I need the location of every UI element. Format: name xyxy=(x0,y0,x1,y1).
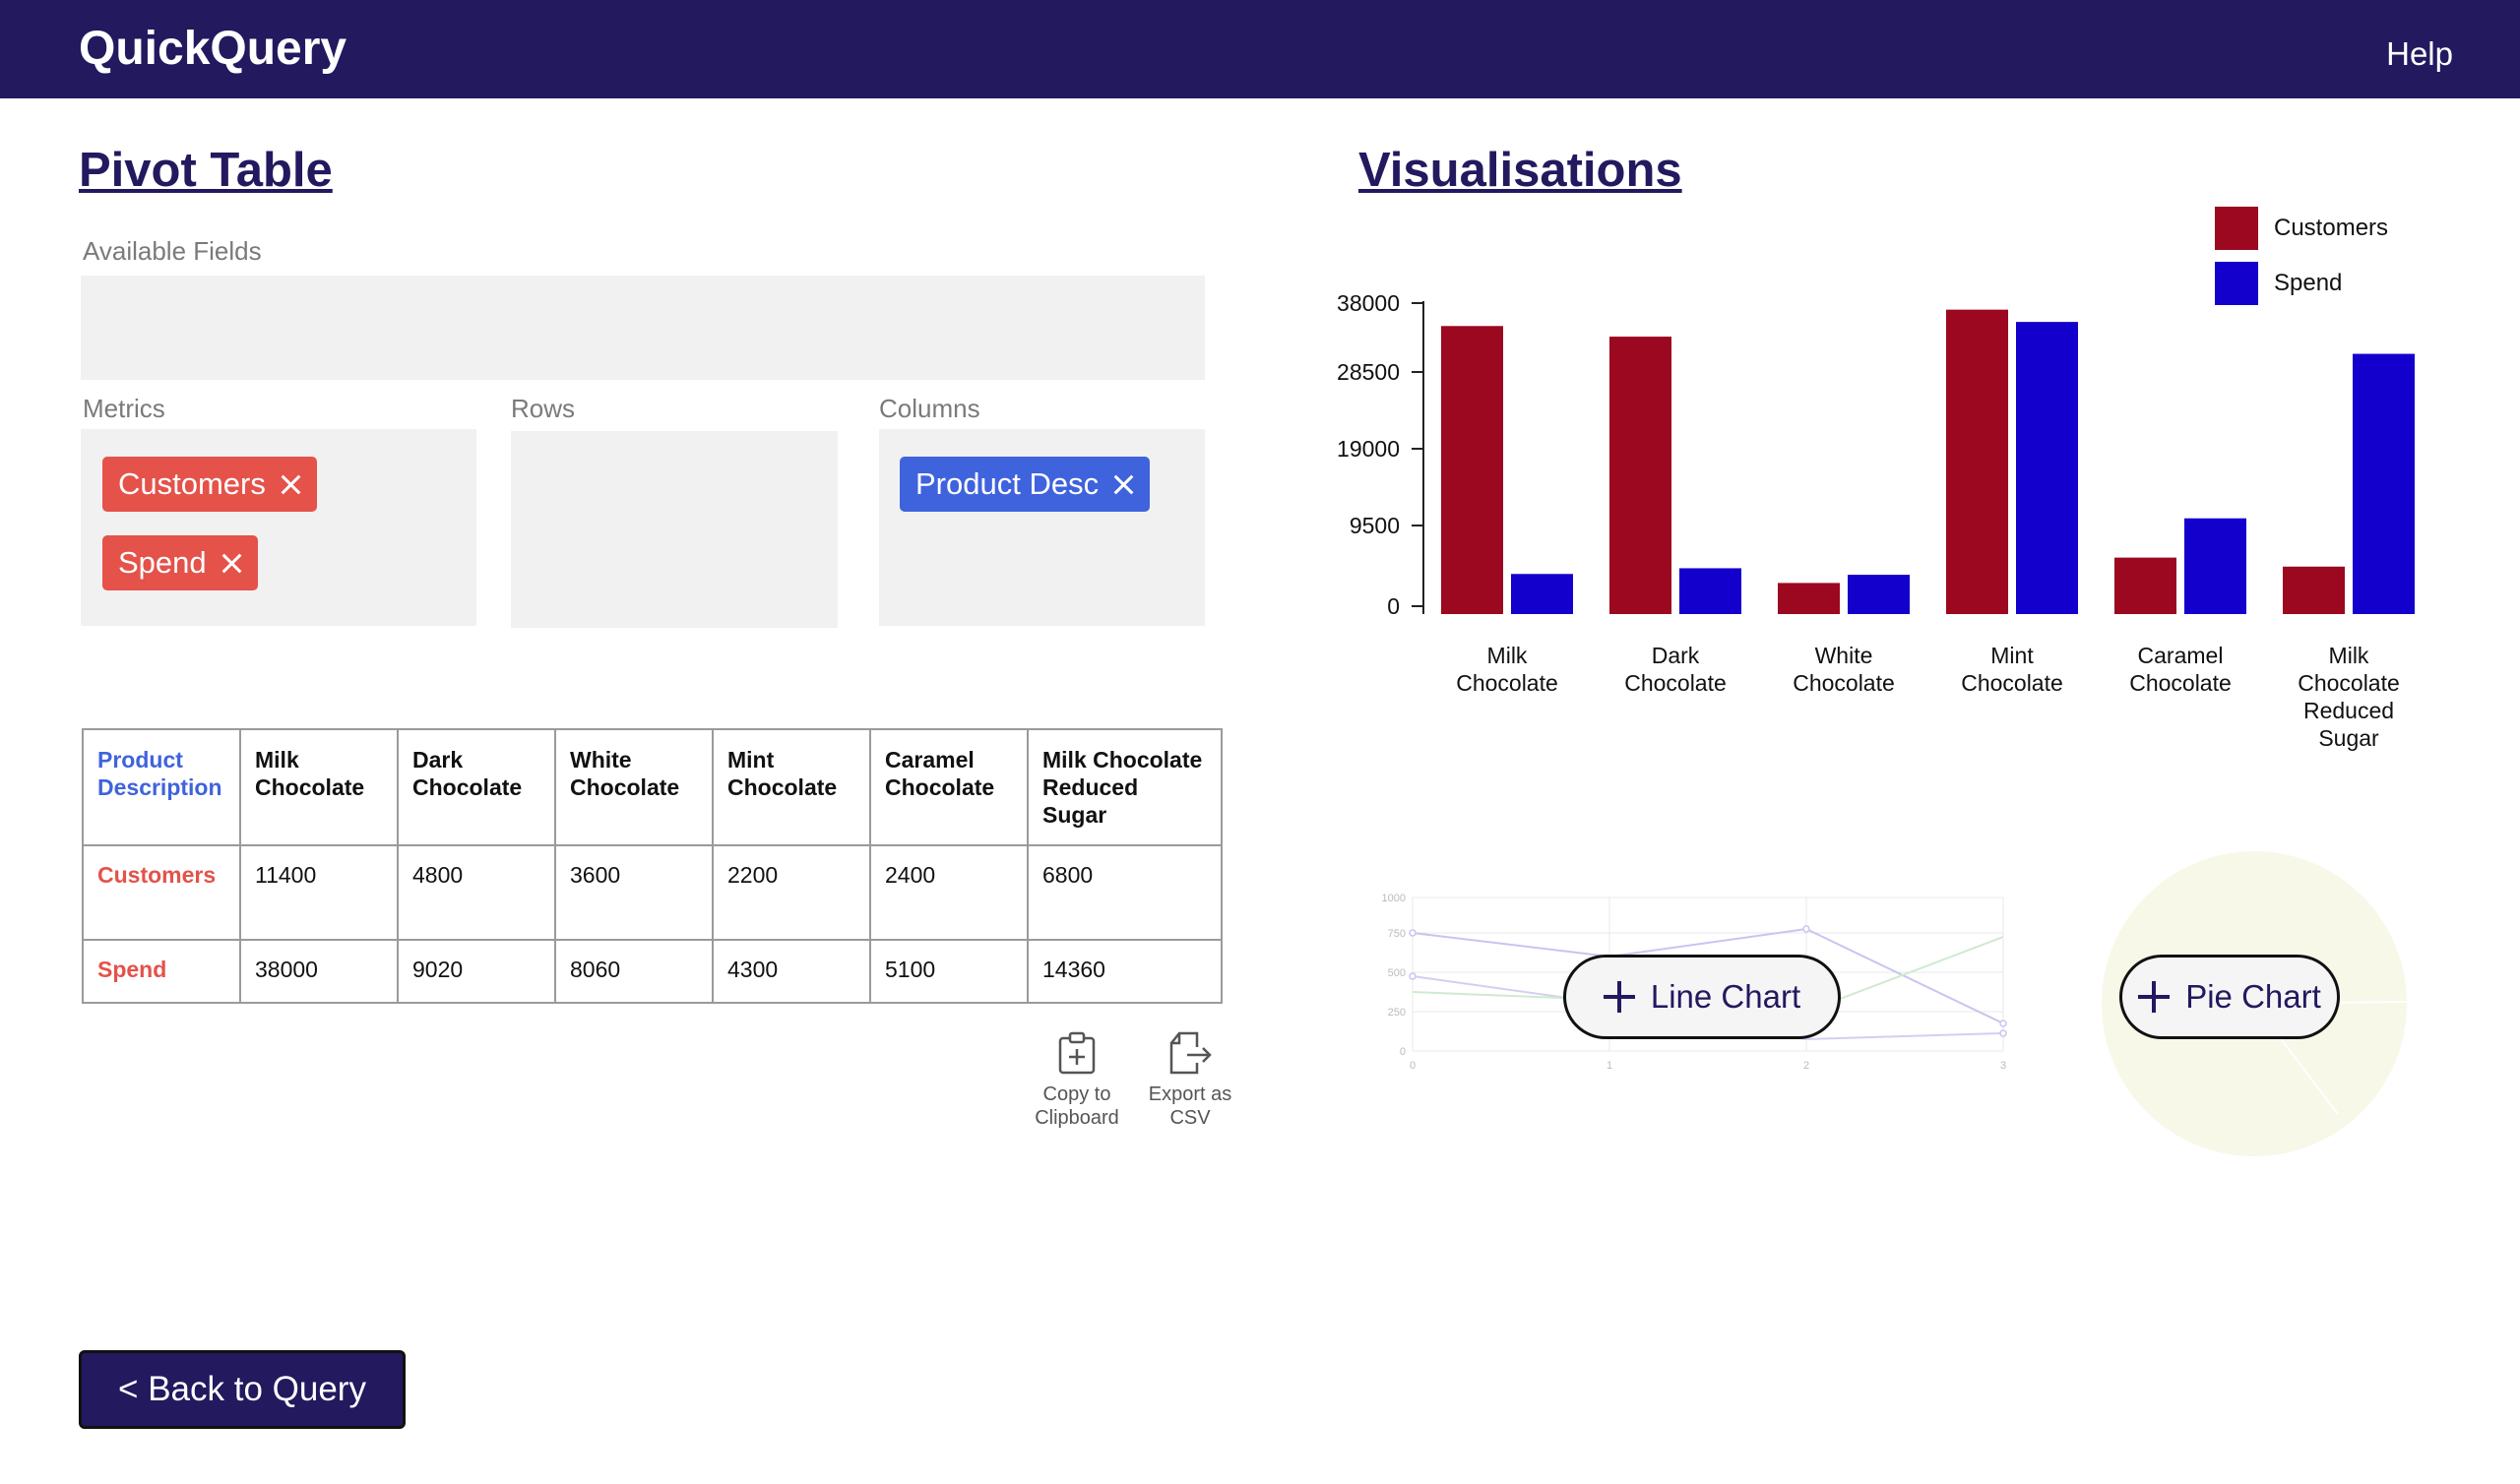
x-axis-label: Milk Chocolate Reduced Sugar xyxy=(2298,643,2400,751)
columns-label: Columns xyxy=(879,394,980,423)
available-fields-label: Available Fields xyxy=(83,236,262,266)
metrics-label: Metrics xyxy=(83,394,165,423)
copy-to-clipboard-button[interactable]: Copy to Clipboard xyxy=(1023,1031,1131,1130)
table-cell: 5100 xyxy=(869,939,1029,1004)
column-header: Dark Chocolate xyxy=(397,728,556,846)
y-axis-tick-label: 38000 xyxy=(1337,290,1400,316)
table-row: Spend 38000 9020 8060 4300 5100 14360 xyxy=(82,939,1223,1004)
x-tick-label: 2 xyxy=(1803,1060,1809,1072)
table-cell: 14360 xyxy=(1027,939,1223,1004)
column-chip-product-desc[interactable]: Product Desc xyxy=(900,457,1151,512)
table-cell: 38000 xyxy=(239,939,399,1004)
row-header: Customers xyxy=(82,844,241,941)
table-cell: 9020 xyxy=(397,939,556,1004)
metric-chip-customers[interactable]: Customers xyxy=(102,457,317,512)
back-to-query-button[interactable]: < Back to Query xyxy=(79,1350,406,1429)
y-axis-tick-label: 0 xyxy=(1387,593,1400,619)
x-axis-label: Dark Chocolate xyxy=(1624,643,1727,696)
available-fields-dropzone[interactable] xyxy=(81,276,1205,380)
x-tick-label: 0 xyxy=(1410,1060,1416,1072)
plus-icon xyxy=(2138,981,2171,1013)
y-tick-label: 1000 xyxy=(1382,893,1406,904)
add-pie-chart-button[interactable]: Pie Chart xyxy=(2119,955,2340,1039)
bar-spend xyxy=(2353,353,2415,614)
table-corner-header: Product Description xyxy=(82,728,241,846)
y-axis-tick-label: 28500 xyxy=(1337,359,1400,385)
add-line-chart-label: Line Chart xyxy=(1650,978,1801,1015)
column-header: Mint Chocolate xyxy=(712,728,871,846)
add-pie-chart-label: Pie Chart xyxy=(2185,978,2321,1015)
add-line-chart-button[interactable]: Line Chart xyxy=(1563,955,1841,1039)
x-axis-label: White Chocolate xyxy=(1793,643,1895,696)
column-header: White Chocolate xyxy=(554,728,714,846)
bar-customers xyxy=(1441,326,1503,614)
app-header: QuickQuery Help xyxy=(0,0,2520,98)
table-header-row: Product Description Milk Chocolate Dark … xyxy=(82,728,1223,846)
bar-spend xyxy=(1679,568,1741,614)
table-cell: 8060 xyxy=(554,939,714,1004)
bar-customers xyxy=(1946,309,2008,614)
column-header: Milk Chocolate Reduced Sugar xyxy=(1027,728,1223,846)
copy-label: Copy to Clipboard xyxy=(1035,1083,1119,1129)
bar-spend xyxy=(1511,574,1573,614)
bar-spend xyxy=(1848,575,1910,614)
y-tick-label: 0 xyxy=(1400,1046,1406,1058)
column-header: Milk Chocolate xyxy=(239,728,399,846)
y-tick-label: 750 xyxy=(1388,928,1406,940)
close-icon[interactable] xyxy=(220,552,242,574)
y-axis-tick-label: 19000 xyxy=(1337,436,1400,462)
table-cell: 2200 xyxy=(712,844,871,941)
pivot-table-title: Pivot Table xyxy=(79,144,333,197)
export-label: Export as CSV xyxy=(1148,1083,1232,1129)
x-tick-label: 1 xyxy=(1606,1060,1612,1072)
table-cell: 3600 xyxy=(554,844,714,941)
x-tick-label: 3 xyxy=(2000,1060,2006,1072)
y-tick-label: 500 xyxy=(1388,967,1406,979)
table-cell: 4300 xyxy=(712,939,871,1004)
close-icon[interactable] xyxy=(1112,473,1134,495)
bar-customers xyxy=(1609,337,1671,614)
rows-label: Rows xyxy=(511,394,576,423)
table-cell: 6800 xyxy=(1027,844,1223,941)
x-axis-label: Milk Chocolate xyxy=(1456,643,1558,696)
chip-label: Product Desc xyxy=(915,466,1100,501)
bar-spend xyxy=(2016,322,2078,614)
x-axis-label: Mint Chocolate xyxy=(1961,643,2063,696)
bar-customers xyxy=(2283,566,2345,614)
column-header: Caramel Chocolate xyxy=(869,728,1029,846)
y-tick-label: 250 xyxy=(1388,1007,1406,1019)
bar-spend xyxy=(2184,518,2246,614)
plus-icon xyxy=(1603,981,1635,1013)
x-axis-label: Caramel Chocolate xyxy=(2129,643,2232,696)
chip-label: Spend xyxy=(118,545,207,580)
app-logo[interactable]: QuickQuery xyxy=(79,22,346,76)
export-file-icon xyxy=(1169,1031,1212,1075)
table-cell: 2400 xyxy=(869,844,1029,941)
metric-chip-spend[interactable]: Spend xyxy=(102,535,258,590)
clipboard-icon xyxy=(1058,1031,1096,1075)
table-cell: 4800 xyxy=(397,844,556,941)
pivot-result-table: Product Description Milk Chocolate Dark … xyxy=(82,728,1223,1004)
bar-chart: 38000 28500 19000 9500 0 Milk Chocolate Dark Cho… xyxy=(1337,290,2415,751)
table-row: Customers 11400 4800 3600 2200 2400 6800 xyxy=(82,844,1223,941)
chip-label: Customers xyxy=(118,466,266,501)
row-header: Spend xyxy=(82,939,241,1004)
close-icon[interactable] xyxy=(280,473,301,495)
table-cell: 11400 xyxy=(239,844,399,941)
bar-customers xyxy=(1778,583,1840,614)
y-axis-tick-label: 9500 xyxy=(1350,513,1400,538)
help-link[interactable]: Help xyxy=(2386,35,2453,73)
bar-customers xyxy=(2114,557,2176,614)
export-csv-button[interactable]: Export as CSV xyxy=(1136,1031,1244,1130)
rows-dropzone[interactable] xyxy=(511,431,838,628)
